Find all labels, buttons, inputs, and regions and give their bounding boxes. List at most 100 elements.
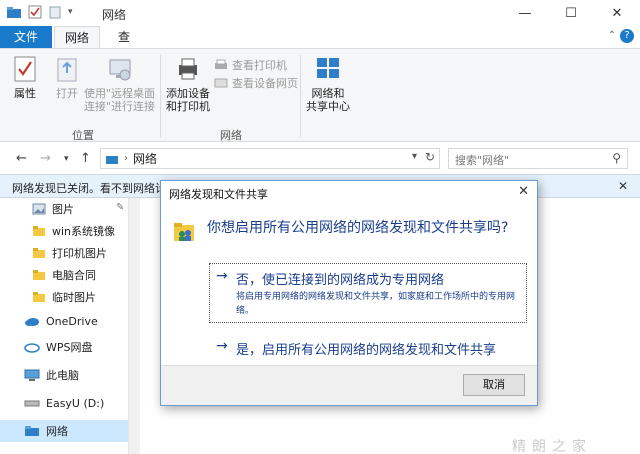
sidebar-item-label: OneDrive	[46, 314, 98, 328]
infobar-text: 网络发现已关闭。看不到网络计	[12, 182, 166, 195]
add-devices-label-line2: 和打印机	[166, 100, 210, 113]
help-icon[interactable]: ?	[620, 29, 634, 43]
navigation-pane: 图片 ✎ win系统镜像 打印机图片 电脑合同 临时图片 OneDrive WP…	[0, 198, 140, 454]
network-center-label-line1: 网络和	[311, 87, 345, 100]
properties-button[interactable]: 属性	[12, 55, 38, 100]
dialog-footer: 取消	[161, 365, 537, 405]
tab-view[interactable]: 查看	[104, 26, 144, 66]
option1-main-text: 否，使已连接到的网络成为专用网络	[236, 273, 445, 288]
close-button[interactable]: ✕	[594, 0, 640, 26]
breadcrumb-separator-icon: ›	[124, 153, 128, 164]
sidebar-item-pictures[interactable]: 图片 ✎	[0, 198, 128, 220]
properties-icon	[14, 56, 36, 82]
view-printers-button[interactable]: 查看打印机	[214, 57, 287, 73]
sidebar-item-wps-drive[interactable]: WPS网盘	[0, 336, 128, 358]
sidebar-item-printer-images[interactable]: 打印机图片	[0, 242, 128, 264]
infobar-close-icon[interactable]: ✕	[618, 179, 628, 193]
quick-access-toolbar: ▾	[6, 5, 73, 19]
network-center-icon	[317, 58, 339, 78]
ribbon: 属性 打开 使用"远程桌面 连接"进行连接 位置 添加设备 和打印机 查看打印机…	[0, 48, 640, 142]
open-button[interactable]: 打开	[54, 55, 80, 100]
up-arrow-icon[interactable]: ↑	[80, 151, 91, 166]
dialog-close-icon[interactable]: ✕	[518, 184, 529, 199]
network-group-label: 网络	[220, 129, 242, 142]
sidebar-item-label: 此电脑	[46, 369, 79, 382]
sidebar-item-label: 打印机图片	[52, 247, 107, 260]
sidebar-item-label: 图片	[52, 203, 74, 216]
sidebar-item-drive-d[interactable]: EasyU (D:)	[0, 392, 128, 414]
sidebar-item-label: EasyU (D:)	[46, 396, 105, 410]
tab-file[interactable]: 文件	[0, 26, 52, 48]
sidebar-item-contracts[interactable]: 电脑合同	[0, 264, 128, 286]
pictures-icon	[32, 203, 46, 215]
ribbon-group-separator	[300, 55, 301, 137]
network-location-icon	[106, 155, 118, 164]
address-path[interactable]: 网络	[133, 150, 157, 167]
remote-desktop-label-line1: 使用"远程桌面	[84, 87, 156, 100]
sidebar-item-label: 网络	[46, 425, 68, 438]
network-folder-icon	[7, 7, 21, 18]
sidebar-item-label: WPS网盘	[46, 341, 93, 354]
search-icon[interactable]: ⚲	[612, 151, 621, 165]
dialog-title: 网络发现和文件共享	[169, 188, 268, 201]
folder-icon	[33, 270, 45, 280]
ribbon-collapse-chevron-icon[interactable]: ⌃	[608, 30, 616, 41]
sidebar-item-network[interactable]: 网络	[0, 420, 128, 442]
option2-main-text: 是，启用所有公用网络的网络发现和文件共享	[236, 343, 497, 358]
open-label: 打开	[56, 87, 78, 100]
remote-desktop-icon	[109, 59, 131, 81]
forward-arrow-icon[interactable]: →	[40, 151, 51, 166]
view-device-webpage-button[interactable]: 查看设备网页	[214, 75, 298, 91]
dialog-question: 你想启用所有公用网络的网络发现和文件共享吗?	[207, 220, 509, 236]
window-controls: — ☐ ✕	[502, 0, 640, 26]
network-discovery-dialog: 网络发现和文件共享 ✕ 你想启用所有公用网络的网络发现和文件共享吗? → 否，使…	[160, 180, 538, 406]
folder-icon	[33, 292, 45, 302]
add-devices-button[interactable]: 添加设备 和打印机	[166, 55, 210, 113]
sidebar-item-win-image[interactable]: win系统镜像	[0, 220, 128, 242]
address-bar[interactable]: › 网络 ▾ ↻	[100, 148, 440, 169]
view-printers-label: 查看打印机	[232, 59, 287, 72]
remote-desktop-button[interactable]: 使用"远程桌面 连接"进行连接	[84, 55, 155, 113]
computer-icon	[24, 369, 40, 381]
minimize-button[interactable]: —	[502, 0, 548, 26]
view-device-webpage-label: 查看设备网页	[232, 77, 298, 90]
small-device-icon	[214, 78, 228, 88]
address-row: ← → ▾ ↑ › 网络 ▾ ↻ 搜索"网络" ⚲	[0, 142, 640, 174]
pin-icon[interactable]: ✎	[116, 202, 124, 213]
sidebar-item-this-pc[interactable]: 此电脑	[0, 364, 128, 386]
window-title: 网络	[102, 8, 127, 22]
printer-icon	[179, 58, 197, 80]
properties-label: 属性	[14, 87, 36, 100]
ribbon-tabs: 文件 网络 查看 ⌃ ?	[0, 26, 640, 66]
cancel-button[interactable]: 取消	[463, 374, 525, 396]
customize-toolbar-chevron-icon[interactable]: ▾	[68, 7, 73, 17]
properties-check-icon[interactable]	[28, 5, 42, 19]
arrow-right-icon: →	[216, 338, 228, 354]
folder-icon	[33, 226, 45, 236]
network-sharing-center-button[interactable]: 网络和 共享中心	[306, 55, 350, 113]
ribbon-group-separator	[160, 55, 161, 137]
search-placeholder: 搜索"网络"	[455, 154, 510, 167]
wps-cloud-icon	[24, 343, 40, 353]
network-icon	[25, 426, 39, 436]
address-dropdown-icon[interactable]: ▾	[412, 151, 417, 162]
small-printer-icon	[215, 59, 227, 69]
maximize-button[interactable]: ☐	[548, 0, 594, 26]
option-make-private-network[interactable]: → 否，使已连接到的网络成为专用网络 将启用专用网络的网络发现和文件共享，如家庭…	[209, 263, 527, 323]
arrow-right-icon: →	[216, 268, 228, 284]
refresh-icon[interactable]: ↻	[425, 150, 435, 164]
navigation-scrollbar[interactable]	[128, 198, 140, 454]
new-folder-icon[interactable]	[48, 5, 62, 19]
sidebar-item-label: 电脑合同	[52, 269, 96, 282]
option1-description: 将启用专用网络的网络发现和文件共享，如家庭和工作场所中的专用网络。	[236, 292, 516, 316]
sidebar-item-temp-pictures[interactable]: 临时图片	[0, 286, 128, 308]
search-input[interactable]: 搜索"网络" ⚲	[448, 148, 628, 169]
sidebar-item-onedrive[interactable]: OneDrive	[0, 310, 128, 332]
option-enable-all-public[interactable]: → 是，启用所有公用网络的网络发现和文件共享	[209, 333, 527, 359]
tab-network[interactable]: 网络	[54, 26, 100, 48]
back-arrow-icon[interactable]: ←	[16, 151, 27, 166]
drive-icon	[24, 400, 40, 407]
shared-folder-users-icon	[174, 223, 194, 241]
recent-locations-chevron-icon[interactable]: ▾	[64, 154, 69, 164]
add-devices-label-line1: 添加设备	[166, 87, 210, 100]
